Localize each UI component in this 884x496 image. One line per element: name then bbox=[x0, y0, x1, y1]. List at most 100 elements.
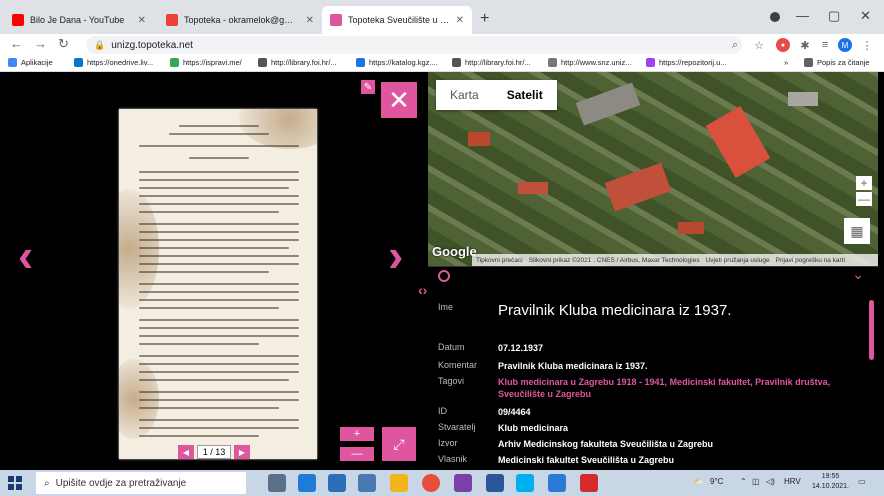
chrome-icon[interactable] bbox=[422, 474, 440, 492]
maximize-button[interactable]: ▢ bbox=[828, 8, 840, 24]
close-tab-icon[interactable]: ✕ bbox=[138, 15, 146, 26]
map-zoom-out[interactable]: — bbox=[856, 192, 872, 206]
acrobat-icon[interactable] bbox=[580, 474, 598, 492]
puzzle-icon[interactable]: ✱ bbox=[798, 38, 812, 52]
edge-icon[interactable] bbox=[298, 474, 316, 492]
tab-gmail[interactable]: Topoteka - okramelok@gmail.co ✕ bbox=[158, 6, 322, 34]
bookmark-item[interactable]: http://library.foi.hr/... bbox=[258, 58, 337, 67]
tab-topoteka[interactable]: Topoteka Sveučilište u Zagrebu ✕ bbox=[322, 6, 472, 34]
text-line bbox=[139, 327, 299, 329]
field-value-stvaratelj: Klub medicinara bbox=[498, 423, 569, 433]
windows-start-icon[interactable] bbox=[8, 476, 22, 490]
weather-temp[interactable]: 9°C bbox=[710, 477, 723, 486]
extension-icon[interactable]: ● bbox=[776, 38, 790, 52]
bookmark-item[interactable]: https://katalog.kgz.... bbox=[356, 58, 438, 67]
terms-link[interactable]: Uvjeti pružanja usluge bbox=[706, 257, 770, 264]
bookmark-label: http://www.snz.uniz... bbox=[561, 58, 632, 67]
bookmarks-overflow[interactable]: » bbox=[784, 58, 788, 67]
text-line bbox=[139, 145, 299, 147]
mail-icon[interactable] bbox=[328, 474, 346, 492]
map-zoom-in[interactable]: + bbox=[856, 176, 872, 190]
minimize-button[interactable]: — bbox=[796, 8, 809, 23]
text-line bbox=[139, 179, 299, 181]
zoom-in-button[interactable]: + bbox=[340, 427, 374, 441]
volume-icon[interactable]: ◁) bbox=[766, 477, 775, 486]
next-page-arrow[interactable]: › bbox=[388, 232, 403, 278]
wrench-icon[interactable]: ✎ bbox=[361, 80, 375, 94]
close-tab-icon[interactable]: ✕ bbox=[306, 15, 314, 26]
bookmark-apps[interactable]: Aplikacije bbox=[8, 58, 53, 67]
tray-arrow-icon[interactable]: ⌃ bbox=[740, 477, 747, 486]
zoom-out-button[interactable]: — bbox=[340, 447, 374, 461]
text-line bbox=[139, 391, 299, 393]
new-tab-button[interactable]: + bbox=[480, 10, 489, 28]
text-line bbox=[139, 239, 299, 241]
text-line bbox=[169, 133, 269, 135]
bookmark-label: http://library.foi.hr/... bbox=[465, 58, 531, 67]
word-icon[interactable] bbox=[486, 474, 504, 492]
library-icon bbox=[258, 58, 267, 67]
reload-icon[interactable]: ↻ bbox=[58, 36, 69, 52]
keyboard-shortcuts-link[interactable]: Tipkovni prečaci bbox=[476, 257, 523, 264]
tab-title: Bilo Je Dana - YouTube bbox=[30, 15, 125, 25]
text-line bbox=[139, 335, 299, 337]
network-icon[interactable]: ◫ bbox=[752, 477, 760, 486]
reading-list-button[interactable]: Popis za čitanje bbox=[804, 58, 870, 67]
close-viewer-button[interactable]: ✕ bbox=[381, 82, 417, 118]
bookmark-item[interactable]: https://ispravi.me/ bbox=[170, 58, 242, 67]
clock[interactable]: 19:55 14.10.2021. bbox=[812, 472, 849, 492]
language-indicator[interactable]: HRV bbox=[784, 477, 801, 486]
back-icon[interactable]: ← bbox=[10, 36, 23, 51]
zoom-app-icon[interactable] bbox=[548, 474, 566, 492]
chevron-down-icon[interactable]: ⌄ bbox=[852, 266, 864, 283]
page-number-field[interactable]: 1 / 13 bbox=[197, 445, 231, 459]
close-window-button[interactable]: ✕ bbox=[860, 8, 871, 24]
app-icon[interactable] bbox=[454, 474, 472, 492]
field-value-tagovi[interactable]: Klub medicinara u Zagrebu 1918 - 1941, M… bbox=[498, 376, 848, 400]
media-indicator-icon[interactable] bbox=[770, 12, 780, 22]
forward-icon[interactable]: → bbox=[34, 36, 47, 51]
tab-youtube[interactable]: Bilo Je Dana - YouTube ✕ bbox=[4, 6, 154, 34]
apps-grid-icon bbox=[8, 58, 17, 67]
text-line bbox=[139, 343, 259, 345]
location-pin-icon[interactable] bbox=[438, 270, 450, 282]
next-page-button[interactable]: ▶ bbox=[234, 445, 250, 459]
profile-avatar[interactable]: M bbox=[838, 38, 852, 52]
text-line bbox=[189, 157, 249, 159]
document-page-image[interactable] bbox=[119, 109, 317, 459]
map-type-karta[interactable]: Karta bbox=[436, 80, 493, 110]
explorer-icon[interactable] bbox=[390, 474, 408, 492]
grid-icon[interactable]: ▦ bbox=[844, 218, 870, 244]
taskbar-search-input[interactable]: ⌕ Upišite ovdje za pretraživanje bbox=[36, 472, 246, 494]
skype-icon[interactable] bbox=[516, 474, 534, 492]
fullscreen-button[interactable]: ⤢ bbox=[382, 427, 416, 461]
star-icon[interactable]: ☆ bbox=[752, 38, 766, 52]
zoom-lens-icon[interactable]: ⌕ bbox=[728, 38, 742, 52]
report-error-link[interactable]: Prijavi pogrešku na karti bbox=[776, 257, 845, 264]
map-type-satelit[interactable]: Satelit bbox=[493, 80, 557, 110]
satellite-map[interactable]: Karta Satelit + — ▦ Google Tipkovni preč… bbox=[428, 72, 878, 266]
tab-title: Topoteka Sveučilište u Zagrebu bbox=[348, 15, 450, 25]
menu-icon[interactable]: ⋮ bbox=[860, 38, 874, 52]
info-scrollbar[interactable] bbox=[869, 300, 874, 360]
reading-list-icon[interactable]: ≡ bbox=[818, 38, 832, 52]
task-view-icon[interactable] bbox=[268, 474, 286, 492]
store-icon[interactable] bbox=[358, 474, 376, 492]
field-label: Komentar bbox=[438, 360, 478, 370]
close-tab-icon[interactable]: ✕ bbox=[456, 15, 464, 26]
record-info-panel: ⌄ ‹› Ime Pravilnik Kluba medicinara iz 1… bbox=[418, 266, 878, 470]
text-line bbox=[139, 247, 289, 249]
bookmark-item[interactable]: https://onedrive.liv... bbox=[74, 58, 153, 67]
prev-page-button[interactable]: ◀ bbox=[178, 445, 194, 459]
text-line bbox=[139, 307, 279, 309]
youtube-icon bbox=[12, 14, 24, 26]
previous-page-arrow[interactable]: ‹ bbox=[18, 232, 33, 278]
weather-icon[interactable]: ⛅ bbox=[694, 477, 704, 486]
field-label: Datum bbox=[438, 342, 465, 352]
bookmark-item[interactable]: https://repozitorij.u... bbox=[646, 58, 727, 67]
panel-toggle[interactable]: ‹› bbox=[418, 282, 427, 298]
bookmark-item[interactable]: http://library.foi.hr/... bbox=[452, 58, 531, 67]
bookmark-item[interactable]: http://www.snz.uniz... bbox=[548, 58, 631, 67]
url-field[interactable]: 🔒 unizg.topoteka.net bbox=[86, 36, 742, 54]
notification-icon[interactable]: ▭ bbox=[858, 477, 866, 486]
